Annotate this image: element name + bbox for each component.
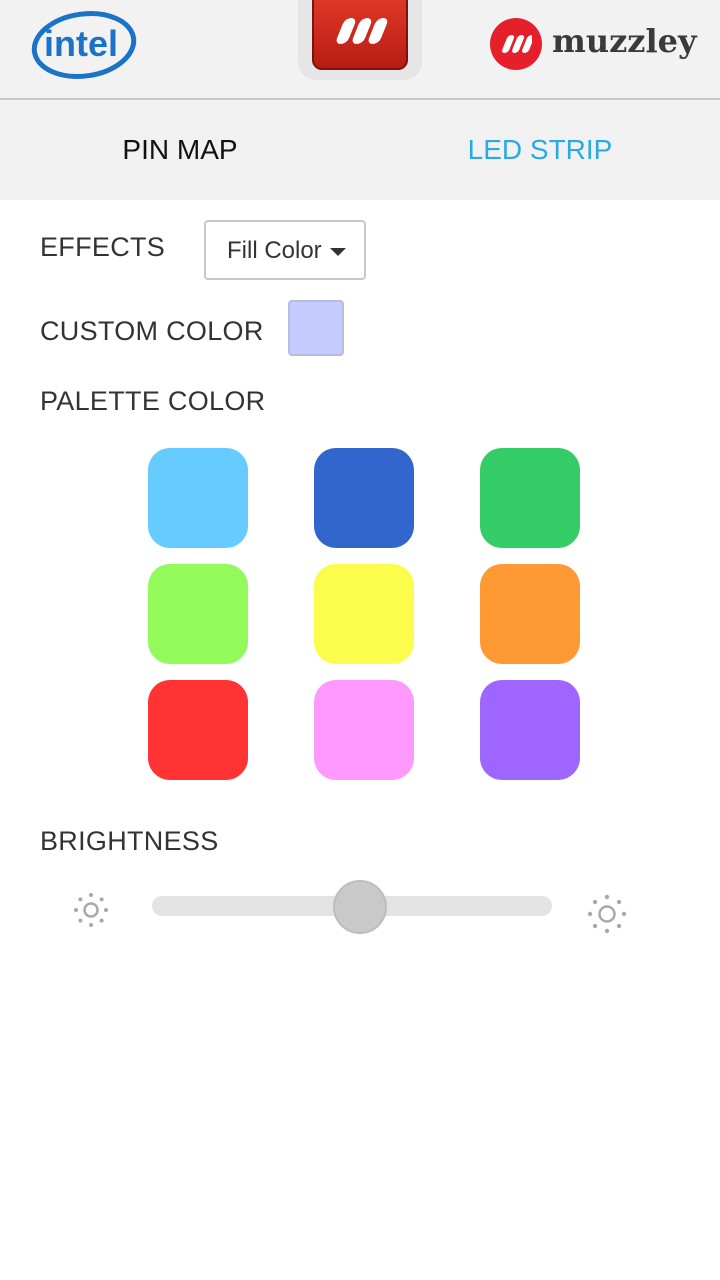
effects-dropdown[interactable]: Fill Color xyxy=(204,220,366,280)
effects-label: EFFECTS xyxy=(40,232,166,262)
palette-swatch[interactable] xyxy=(314,448,414,548)
palette-swatch[interactable] xyxy=(480,448,580,548)
intel-logo: intel xyxy=(30,8,140,82)
sun-large-icon xyxy=(586,893,628,940)
palette-swatch[interactable] xyxy=(148,448,248,548)
custom-color-swatch[interactable] xyxy=(288,300,344,356)
palette-swatch[interactable] xyxy=(148,564,248,664)
chevron-down-icon xyxy=(330,248,346,256)
effects-selected-value: Fill Color xyxy=(227,237,322,264)
tab-bar: PIN MAP LED STRIP xyxy=(0,100,720,200)
custom-color-label: CUSTOM COLOR xyxy=(40,316,264,346)
muzzley-wordmark: muzzley xyxy=(552,22,697,60)
brightness-label: BRIGHTNESS xyxy=(40,826,219,856)
tab-pin-map[interactable]: PIN MAP xyxy=(0,100,360,200)
sun-small-icon xyxy=(72,891,110,934)
brightness-slider-thumb[interactable] xyxy=(333,880,387,934)
app-icon-holder xyxy=(298,0,422,80)
palette-swatch[interactable] xyxy=(314,564,414,664)
palette-swatch[interactable] xyxy=(480,680,580,780)
palette-swatch[interactable] xyxy=(480,564,580,664)
muzzley-app-icon[interactable] xyxy=(312,0,408,70)
muzzley-logo: muzzley xyxy=(490,18,700,72)
palette-swatch[interactable] xyxy=(148,680,248,780)
muzzley-mark-icon xyxy=(490,18,542,70)
app-header: intel muzzley xyxy=(0,0,720,100)
svg-text:intel: intel xyxy=(44,23,118,64)
palette-color-label: PALETTE COLOR xyxy=(40,386,266,416)
tab-led-strip[interactable]: LED STRIP xyxy=(360,100,720,200)
palette-swatch[interactable] xyxy=(314,680,414,780)
